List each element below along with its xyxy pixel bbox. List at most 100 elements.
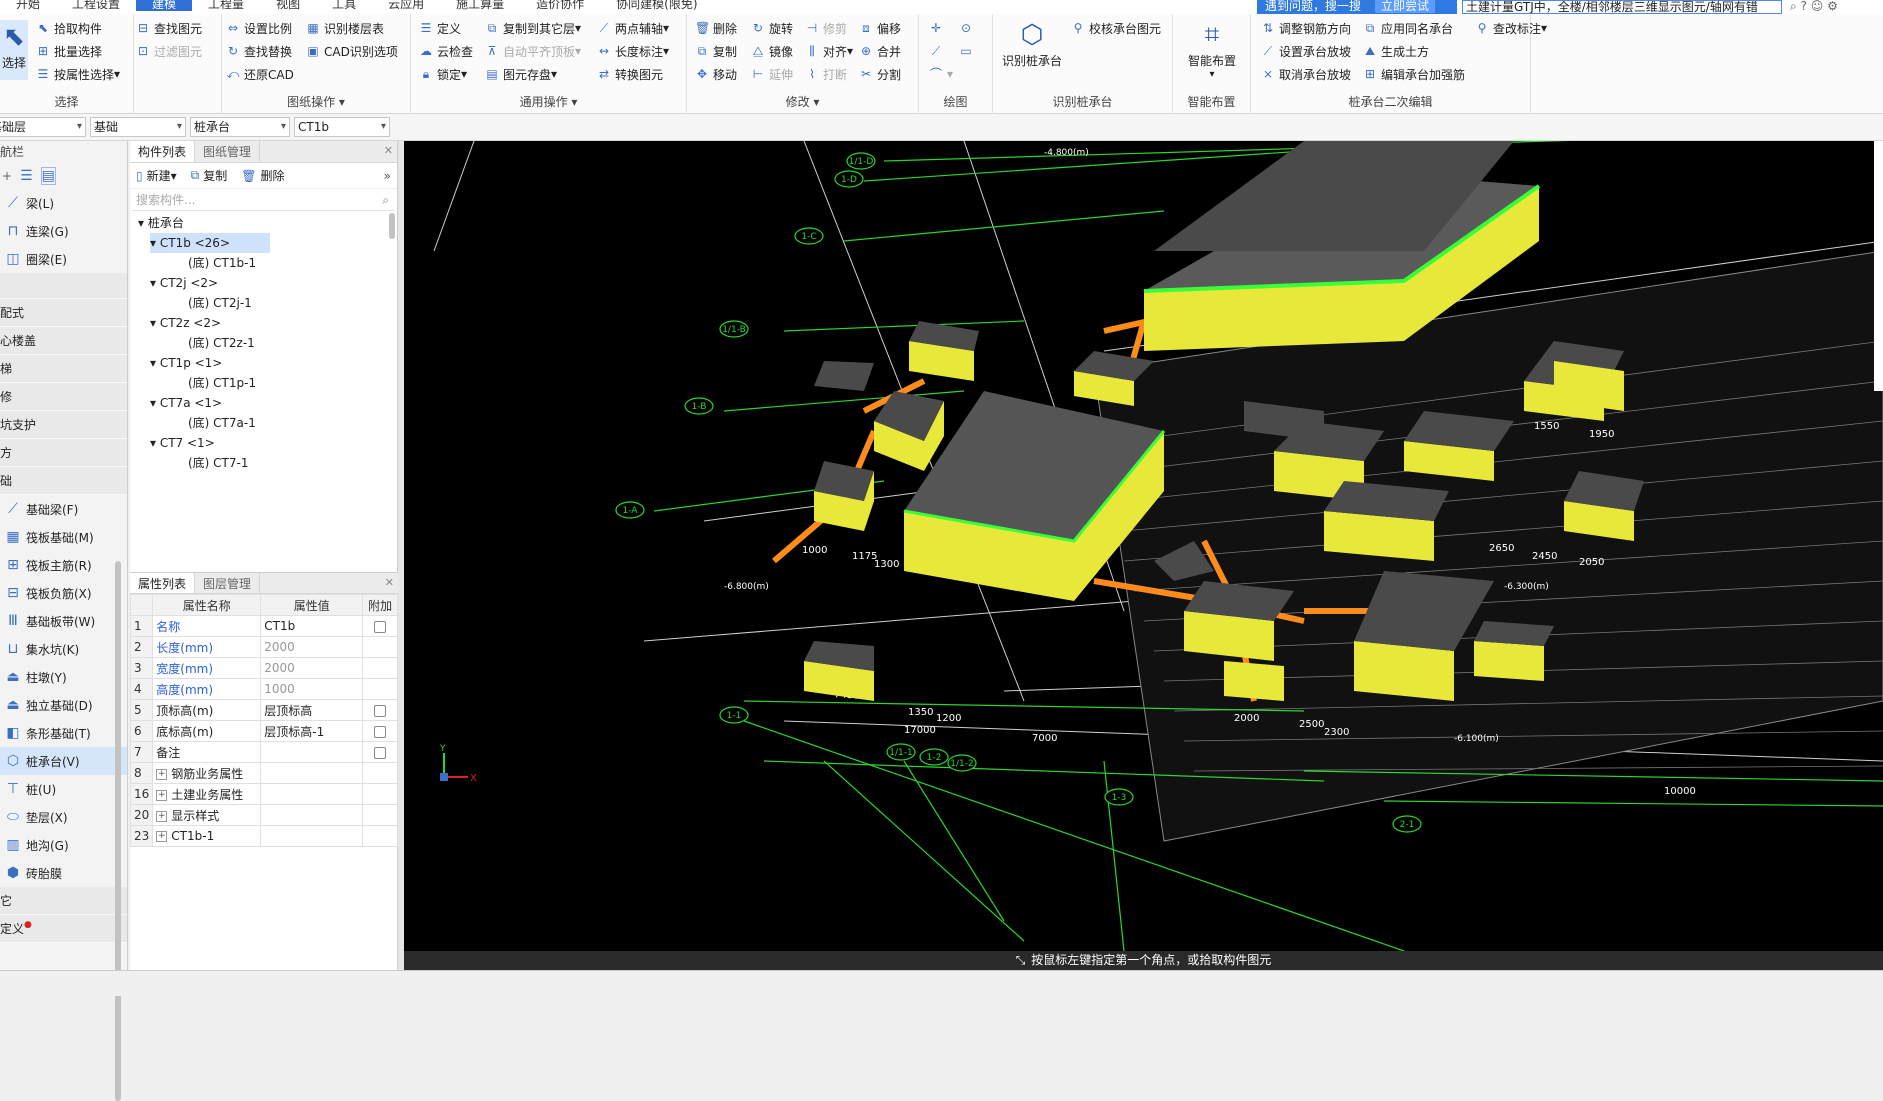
menu-construction[interactable]: 施工算量	[440, 0, 520, 11]
viewport-canvas[interactable]: 1/1-D 1-D 1-C 1/1-B 1-B 1-A 1-1 1/1-1 1-…	[404, 141, 1883, 951]
smart-layout-button[interactable]: ⌗ 智能布置 ▾	[1177, 18, 1247, 81]
checkbox[interactable]	[374, 746, 387, 759]
edit-annotation-button[interactable]: ⚲ 查改标注 ▾	[1475, 18, 1547, 38]
row-name[interactable]: + CT1b-1	[152, 825, 262, 847]
menu-cloud[interactable]: 云应用	[372, 0, 440, 11]
chat-icon[interactable]: ☺	[1811, 0, 1824, 13]
row-extra[interactable]	[362, 720, 398, 742]
table-row[interactable]: 3 宽度(mm) 2000	[129, 657, 398, 679]
nav-item-link-beam[interactable]: ⊓ 连梁(G)	[0, 217, 127, 245]
break-button[interactable]: ⌇ 打断	[805, 64, 847, 84]
find-element-button[interactable]: ⊟ 查找图元	[136, 18, 202, 38]
align-button[interactable]: ⫼ 对齐 ▾	[805, 41, 853, 61]
nav-cat-prefab[interactable]: 装配式	[0, 299, 127, 327]
table-row[interactable]: 23 + CT1b-1	[129, 825, 398, 847]
set-slope-button[interactable]: ⟋ 设置承台放坡	[1261, 41, 1351, 61]
copy-to-floor-button[interactable]: ⧉ 复制到其它层 ▾	[485, 18, 581, 38]
row-extra[interactable]	[362, 699, 398, 721]
menu-modeling[interactable]: 建模	[136, 0, 193, 11]
nav-cat-pit[interactable]: 基坑支护	[0, 411, 127, 439]
tree-node[interactable]: ▾ CT2z <2>	[150, 313, 221, 333]
point-draw-button[interactable]: ✛	[929, 18, 947, 38]
rect-draw-button[interactable]: ▭	[959, 41, 977, 61]
tree-child[interactable]: (底) CT2j-1	[188, 293, 252, 313]
expand-icon[interactable]: +	[156, 810, 168, 822]
row-value[interactable]: 2000	[260, 636, 364, 658]
mirror-button[interactable]: ⧋ 镜像	[751, 41, 793, 61]
try-button[interactable]: 立即尝试	[1375, 0, 1436, 13]
tab-drawing-management[interactable]: 图纸管理	[195, 141, 261, 162]
length-dim-button[interactable]: ↔ 长度标注 ▾	[597, 41, 669, 61]
split-button[interactable]: ✂ 分割	[859, 64, 901, 84]
row-value[interactable]: CT1b	[260, 615, 364, 637]
rotate-point-button[interactable]: ⊙	[959, 18, 977, 38]
delete-component-button[interactable]: 🗑︎ 删除	[241, 167, 284, 184]
menu-view[interactable]: 视图	[260, 0, 316, 11]
nav-item-ring-beam[interactable]: ◫ 圈梁(E)	[0, 245, 127, 273]
tree-node[interactable]: ▾ CT7 <1>	[150, 433, 215, 453]
row-value[interactable]	[260, 741, 364, 763]
nav-cat-stairs[interactable]: 楼梯	[0, 355, 127, 383]
adjust-rebar-direction-button[interactable]: ⇅ 调整钢筋方向	[1261, 18, 1351, 38]
menu-start[interactable]: 开始	[0, 0, 56, 11]
tree-node[interactable]: ▾ CT1b <26>	[150, 233, 270, 253]
save-element-button[interactable]: ▤ 图元存盘 ▾	[485, 64, 557, 84]
tree-root[interactable]: ▾ 桩承台	[138, 213, 184, 233]
nav-item-isolated-foundation[interactable]: ⏏ 独立基础(D)	[0, 691, 127, 719]
nav-item-slab-band[interactable]: Ⅲ 基础板带(W)	[0, 607, 127, 635]
model-viewport[interactable]: 1/1-D 1-D 1-C 1/1-B 1-B 1-A 1-1 1/1-1 1-…	[404, 141, 1883, 951]
select-button[interactable]: ⬉ 选择	[0, 20, 28, 80]
trim-button[interactable]: ⊣ 修剪	[805, 18, 847, 38]
tree-child[interactable]: (底) CT1p-1	[188, 373, 256, 393]
delete-button[interactable]: 🗑︎ 删除	[695, 18, 737, 38]
apply-same-name-button[interactable]: ⧉ 应用同名承台	[1363, 18, 1453, 38]
nav-view-icon[interactable]: +	[2, 169, 12, 183]
table-row[interactable]: 1 名称 CT1b	[129, 615, 398, 637]
nav-item-column-pier[interactable]: ⏏ 柱墩(Y)	[0, 663, 127, 691]
row-name[interactable]: + 钢筋业务属性	[152, 762, 262, 784]
nav-scrollbar[interactable]	[115, 561, 121, 1101]
table-row[interactable]: 16 + 土建业务属性	[129, 783, 398, 805]
pick-component-button[interactable]: ⬉ 拾取构件	[36, 18, 102, 38]
menu-tools[interactable]: 工具	[316, 0, 372, 11]
expand-icon[interactable]: +	[156, 831, 168, 842]
row-value[interactable]: 层顶标高	[260, 699, 364, 721]
close-icon[interactable]: ✕	[384, 144, 393, 157]
menu-collab[interactable]: 协同建模(限免)	[600, 0, 713, 11]
menu-project-settings[interactable]: 工程设置	[56, 0, 136, 11]
nav-cat-decoration[interactable]: 装修	[0, 383, 127, 411]
edit-reinforcement-button[interactable]: ⊞ 编辑承台加强筋	[1363, 64, 1465, 84]
nav-cat-other[interactable]: 其它	[0, 887, 127, 915]
detail-view-icon[interactable]: ▤	[40, 167, 56, 185]
tab-property-list[interactable]: 属性列表	[130, 573, 196, 593]
two-point-axis-button[interactable]: ⟋ 两点辅轴 ▾	[597, 18, 669, 38]
select-by-property-button[interactable]: ☰ 按属性选择 ▾	[36, 64, 120, 84]
row-extra[interactable]	[362, 615, 398, 637]
tree-node[interactable]: ▾ CT1p <1>	[150, 353, 222, 373]
define-button[interactable]: ☰ 定义	[419, 18, 461, 38]
nav-cat-earth[interactable]: 土方	[0, 439, 127, 467]
menu-cost[interactable]: 造价协作	[520, 0, 600, 11]
table-row[interactable]: 7 备注	[129, 741, 398, 763]
extend-button[interactable]: ⊢ 延伸	[751, 64, 793, 84]
convert-element-button[interactable]: ⇄ 转换图元	[597, 64, 663, 84]
nav-cat-hollow[interactable]: 空心楼盖	[0, 327, 127, 355]
arc-draw-button[interactable]: ⌒ ▾	[929, 64, 953, 84]
row-value[interactable]: 层顶标高-1	[260, 720, 364, 742]
tree-child[interactable]: (底) CT1b-1	[188, 253, 256, 273]
lock-button[interactable]: 🔒︎ 锁定 ▾	[419, 64, 467, 84]
find-replace-button[interactable]: ↻ 查找替换	[226, 41, 292, 61]
component-select[interactable]: CT1b ▾	[294, 117, 390, 137]
offset-button[interactable]: ⧈ 偏移	[859, 18, 901, 38]
nav-item-sump[interactable]: ⊔ 集水坑(K)	[0, 635, 127, 663]
nav-item-brick-mold[interactable]: ⬢ 砖胎膜	[0, 859, 127, 887]
table-row[interactable]: 5 顶标高(m) 层顶标高	[129, 699, 398, 721]
nav-item-raft[interactable]: ▦ 筏板基础(M)	[0, 523, 127, 551]
batch-select-button[interactable]: ⊞ 批量选择	[36, 41, 102, 61]
copy-button[interactable]: ⧉ 复制	[695, 41, 737, 61]
cloud-check-button[interactable]: ☁ 云检查	[419, 41, 473, 61]
move-button[interactable]: ✥ 移动	[695, 64, 737, 84]
subtype-select[interactable]: 桩承台 ▾	[190, 117, 290, 137]
table-row[interactable]: 2 长度(mm) 2000	[129, 636, 398, 658]
settings-icon[interactable]: ⚙	[1827, 0, 1838, 13]
